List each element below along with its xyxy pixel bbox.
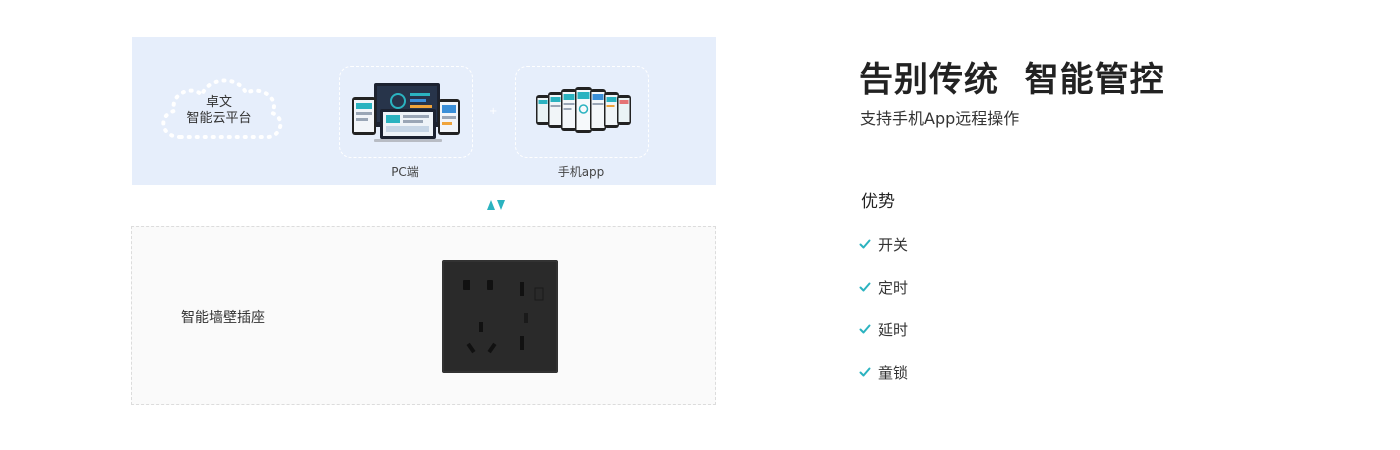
advantage-label: 定时 (878, 278, 909, 297)
advantage-item-child-lock: 童锁 (859, 362, 908, 405)
advantage-label: 开关 (878, 236, 909, 254)
app-label: 手机app (557, 165, 605, 179)
advantage-label: 童锁 (878, 363, 909, 382)
advantage-item-switch: 开关 (859, 234, 908, 277)
socket-label: 智能墙壁插座 (181, 310, 265, 326)
check-icon (859, 239, 871, 249)
pc-screens-illustration (352, 83, 460, 142)
cloud-platform-name: 卓文 智能云平台 (152, 95, 286, 127)
page-subtitle: 支持手机App远程操作 (860, 109, 1020, 128)
cloud-title-line2: 智能云平台 (186, 111, 252, 126)
wall-socket-image (442, 260, 558, 373)
check-icon (859, 367, 871, 376)
cloud-platform-panel: 卓文 智能云平台 + PC端 手机app (132, 37, 716, 185)
pc-device-box (339, 66, 473, 158)
pc-label: PC端 (391, 165, 419, 179)
advantages-list: 开关 定时 延时 童锁 (859, 234, 908, 404)
advantage-item-timer: 定时 (859, 277, 908, 320)
advantages-title: 优势 (861, 192, 895, 212)
cloud-title-line1: 卓文 (205, 95, 232, 110)
app-device-box (515, 66, 649, 158)
bidirectional-arrow-icon (487, 200, 505, 210)
check-icon (859, 324, 871, 334)
advantage-label: 延时 (878, 321, 909, 339)
phone-screens-illustration (536, 87, 631, 133)
check-icon (859, 282, 871, 291)
plus-sign: + (489, 106, 498, 117)
page-title: 告别传统 智能管控 (859, 60, 1165, 100)
smart-socket-panel: 智能墙壁插座 (131, 226, 716, 405)
advantage-item-delay: 延时 (859, 319, 908, 362)
